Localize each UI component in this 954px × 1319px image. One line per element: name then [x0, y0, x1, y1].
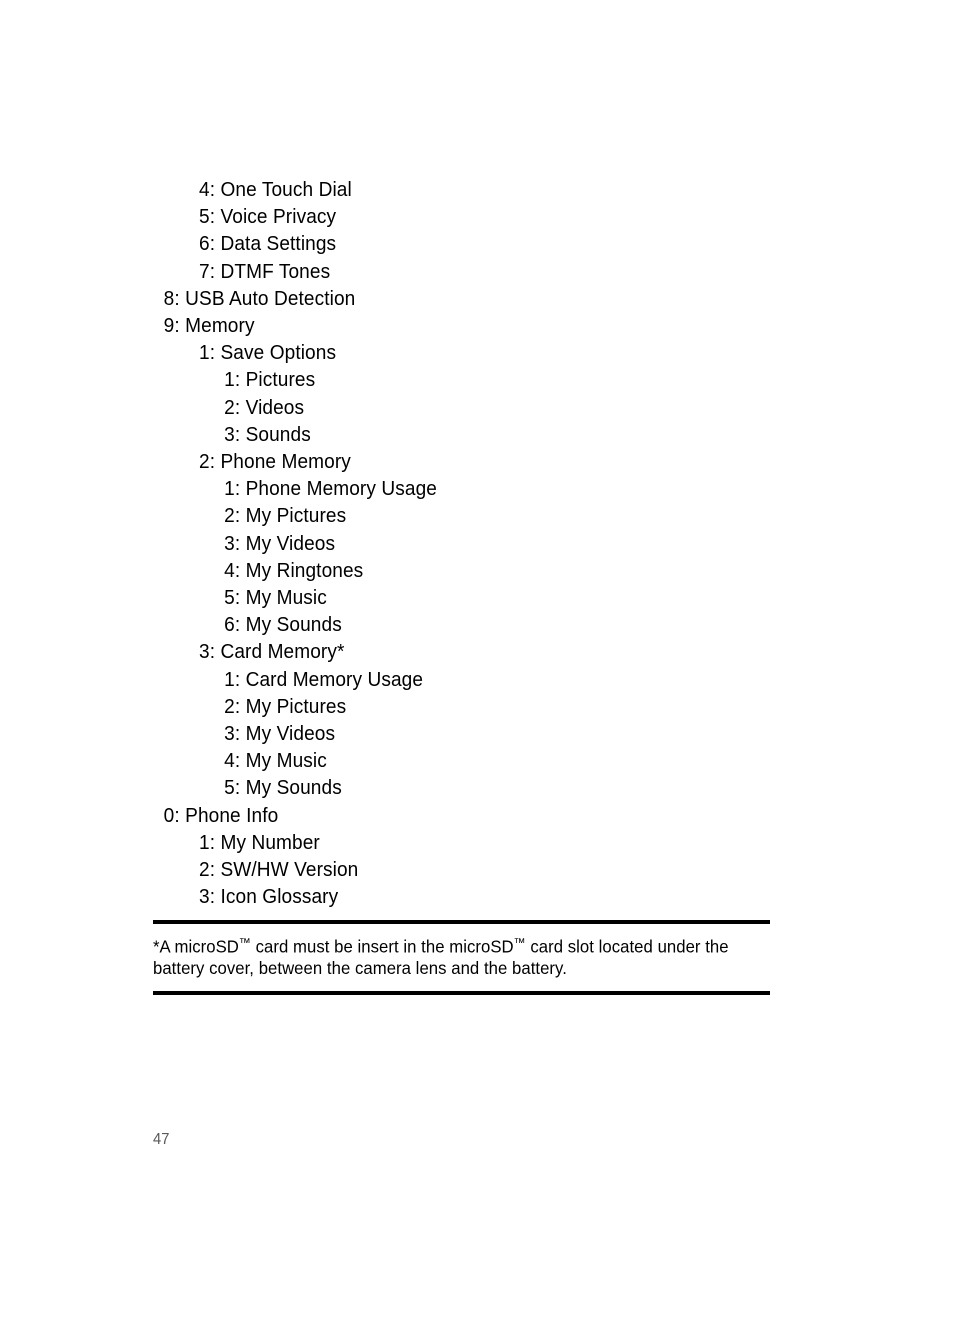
menu-item: 7: DTMF Tones — [199, 259, 331, 283]
menu-item: 1: My Number — [199, 830, 320, 854]
page-number: 47 — [153, 1131, 170, 1148]
menu-item: 3: Icon Glossary — [199, 885, 339, 909]
menu-item: 3: My Videos — [224, 531, 336, 555]
footnote-rule-bottom — [153, 991, 770, 996]
menu-item: 1: Phone Memory Usage — [224, 477, 437, 501]
phone-menu-outline: 4: One Touch Dial 5: Voice Privacy 6: Data… — [0, 176, 954, 910]
trademark-icon: ™ — [238, 936, 251, 950]
menu-item: 6: Data Settings — [199, 232, 337, 256]
menu-item: 1: Pictures — [224, 368, 316, 392]
menu-item: 8: USB Auto Detection — [163, 286, 356, 310]
menu-item: 5: My Music — [224, 586, 327, 610]
menu-item: 3: Sounds — [224, 422, 311, 446]
menu-item: 2: SW/HW Version — [199, 858, 359, 882]
menu-item: 9: Memory — [163, 314, 255, 338]
trademark-icon-2: ™ — [513, 936, 526, 950]
menu-item: 4: My Music — [224, 749, 327, 773]
footnote-middle: card must be insert in the microSD — [250, 936, 514, 957]
footnote-block: *A microSD™ card must be insert in the m… — [153, 920, 771, 996]
menu-item: 1: Save Options — [199, 341, 337, 365]
menu-item: 2: Videos — [224, 395, 305, 419]
menu-item: 2: My Pictures — [224, 504, 347, 528]
menu-item: 3: Card Memory* — [199, 640, 345, 664]
menu-item: 5: My Sounds — [224, 776, 342, 800]
menu-item: 4: My Ringtones — [224, 558, 364, 582]
footnote-prefix: *A microSD — [153, 936, 239, 957]
menu-item: 2: Phone Memory — [199, 450, 351, 474]
menu-item: 1: Card Memory Usage — [224, 667, 424, 691]
menu-item: 3: My Videos — [224, 722, 336, 746]
document-page: 4: One Touch Dial 5: Voice Privacy 6: Data… — [0, 0, 954, 1319]
menu-item: 2: My Pictures — [224, 694, 347, 718]
footnote-text: *A microSD™ card must be insert in the m… — [153, 924, 771, 991]
menu-item: 5: Voice Privacy — [199, 205, 337, 229]
menu-item: 6: My Sounds — [224, 613, 342, 637]
menu-item: 0: Phone Info — [163, 803, 279, 827]
menu-item: 4: One Touch Dial — [199, 178, 352, 201]
